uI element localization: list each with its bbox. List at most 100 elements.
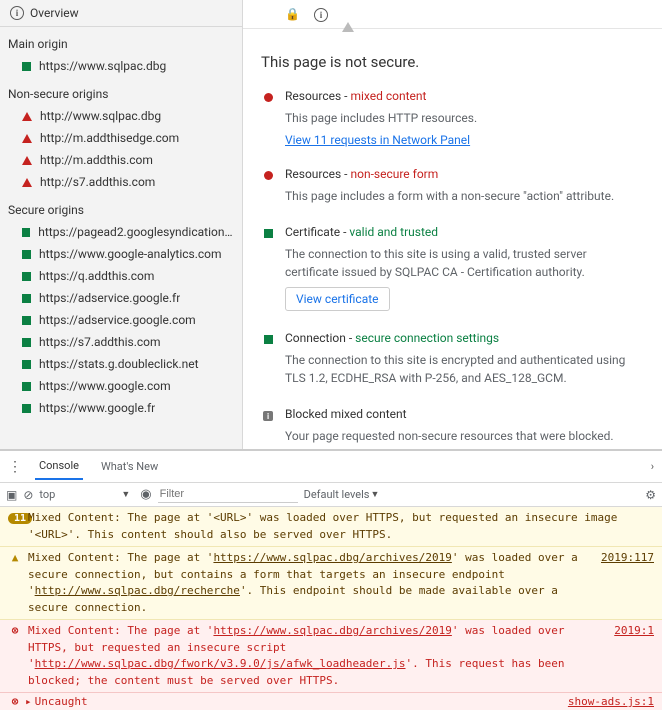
section-head-prefix: Connection - bbox=[285, 331, 355, 345]
message-text: Mixed Content: The page at '<URL>' was l… bbox=[28, 510, 654, 543]
secure-marker-icon bbox=[22, 62, 31, 71]
section-description: Your page requested non-secure resources… bbox=[285, 427, 642, 445]
overview-label: Overview bbox=[30, 6, 79, 20]
secure-marker-icon bbox=[22, 404, 31, 413]
section-marker bbox=[263, 225, 273, 311]
context-selector[interactable]: top bbox=[39, 488, 55, 501]
section-body: Resources - mixed content This page inclu… bbox=[285, 89, 642, 147]
section-heading: Blocked mixed content bbox=[285, 407, 642, 421]
origin-item[interactable]: https://www.sqlpac.dbg bbox=[0, 55, 242, 77]
origin-url: https://www.google-analytics.com bbox=[39, 247, 222, 261]
origin-item[interactable]: https://adservice.google.com bbox=[0, 309, 242, 331]
security-iconbar: 🔒 i bbox=[243, 0, 662, 29]
section-head-status: mixed content bbox=[350, 89, 426, 103]
origin-item[interactable]: https://adservice.google.fr bbox=[0, 287, 242, 309]
gear-icon[interactable]: ⚙ bbox=[645, 488, 656, 502]
info-icon: i bbox=[10, 6, 24, 20]
section-description: This page includes a form with a non-sec… bbox=[285, 187, 642, 205]
section-marker bbox=[263, 89, 273, 147]
secure-origin-list: https://pagead2.googlesyndication.com htt… bbox=[0, 221, 242, 419]
tab-console[interactable]: Console bbox=[35, 453, 83, 480]
origin-item[interactable]: http://m.addthisedge.com bbox=[0, 127, 242, 149]
warning-tab-icon[interactable] bbox=[342, 6, 354, 22]
chevron-down-icon[interactable]: ▼ bbox=[121, 489, 130, 500]
secure-marker-icon bbox=[264, 335, 273, 344]
view-requests-link[interactable]: View 11 requests in Network Panel bbox=[285, 133, 642, 147]
origin-item[interactable]: http://s7.addthis.com bbox=[0, 171, 242, 193]
secure-marker-icon bbox=[22, 250, 31, 259]
origin-url: https://www.sqlpac.dbg bbox=[39, 59, 166, 73]
filter-input[interactable] bbox=[158, 486, 298, 503]
kebab-icon[interactable]: ⋮ bbox=[8, 459, 21, 475]
section-description: The connection to this site is using a v… bbox=[285, 245, 642, 281]
console-message[interactable]: 11Mixed Content: The page at '<URL>' was… bbox=[0, 507, 662, 547]
lock-icon[interactable]: 🔒 bbox=[285, 7, 300, 21]
section-heading: Resources - non-secure form bbox=[285, 167, 642, 181]
console-message[interactable]: ⊗Mixed Content: The page at 'https://www… bbox=[0, 620, 662, 693]
origin-item[interactable]: http://www.sqlpac.dbg bbox=[0, 105, 242, 127]
insecure-marker-icon bbox=[22, 156, 32, 165]
section-head-status: secure connection settings bbox=[355, 331, 499, 345]
levels-label: Default levels bbox=[304, 488, 370, 501]
origin-url: https://s7.addthis.com bbox=[39, 335, 161, 349]
insecure-marker-icon bbox=[22, 134, 32, 143]
origin-item[interactable]: http://m.addthis.com bbox=[0, 149, 242, 171]
section-marker: i bbox=[263, 407, 273, 449]
tab-whatsnew[interactable]: What's New bbox=[97, 454, 162, 479]
message-source[interactable]: show-ads.js:1 bbox=[568, 695, 654, 708]
security-sections: Resources - mixed content This page inclu… bbox=[243, 89, 662, 449]
origin-item[interactable]: https://www.google-analytics.com bbox=[0, 243, 242, 265]
clear-console-icon[interactable]: ⊘ bbox=[23, 488, 33, 502]
section-heading: Resources - mixed content bbox=[285, 89, 642, 103]
section-heading: Certificate - valid and trusted bbox=[285, 225, 642, 239]
main-origin-heading: Main origin bbox=[0, 27, 242, 55]
info-marker-icon: i bbox=[263, 411, 273, 421]
chevron-down-icon: ▼ bbox=[370, 489, 379, 500]
origin-url: https://www.google.com bbox=[39, 379, 171, 393]
view-certificate-button[interactable]: View certificate bbox=[285, 287, 390, 311]
section-body: Resources - non-secure form This page inc… bbox=[285, 167, 642, 205]
insecure-marker-icon bbox=[22, 178, 32, 187]
origin-item[interactable]: https://stats.g.doubleclick.net bbox=[0, 353, 242, 375]
secure-marker-icon bbox=[22, 294, 31, 303]
console-toolbar: ▣ ⊘ top ▼ ◉ Default levels ▼ ⚙ bbox=[0, 483, 662, 507]
section-marker bbox=[263, 331, 273, 387]
info-tab-icon[interactable]: i bbox=[314, 6, 328, 22]
message-source[interactable]: 2019:1 bbox=[614, 623, 654, 640]
error-marker-icon bbox=[264, 93, 273, 102]
section-description: This page includes HTTP resources. bbox=[285, 109, 642, 127]
origin-url: https://pagead2.googlesyndication.com bbox=[38, 225, 234, 239]
console-message[interactable]: ▲Mixed Content: The page at 'https://www… bbox=[0, 547, 662, 620]
message-source[interactable]: 2019:117 bbox=[601, 550, 654, 567]
security-section: Connection - secure connection settingsT… bbox=[263, 331, 642, 387]
origin-url: http://s7.addthis.com bbox=[40, 175, 155, 189]
secure-heading: Secure origins bbox=[0, 193, 242, 221]
secure-marker-icon bbox=[22, 382, 31, 391]
console-messages: 11Mixed Content: The page at '<URL>' was… bbox=[0, 507, 662, 693]
nonsecure-origin-list: http://www.sqlpac.dbghttp://m.addthisedg… bbox=[0, 105, 242, 193]
secure-marker-icon bbox=[22, 338, 31, 347]
sidebar-overview-row[interactable]: i Overview bbox=[0, 0, 242, 27]
origin-item[interactable]: https://pagead2.googlesyndication.com bbox=[0, 221, 242, 243]
section-head-prefix: Resources - bbox=[285, 167, 350, 181]
section-head-prefix: Certificate - bbox=[285, 225, 349, 239]
uncaught-text: Uncaught bbox=[35, 695, 88, 708]
section-marker bbox=[263, 167, 273, 205]
section-heading: Connection - secure connection settings bbox=[285, 331, 642, 345]
security-sidebar: i Overview Main origin https://www.sqlpa… bbox=[0, 0, 243, 449]
origin-item[interactable]: https://www.google.com bbox=[0, 375, 242, 397]
console-drawer: ⋮ Console What's New › ▣ ⊘ top ▼ ◉ Defau… bbox=[0, 450, 662, 710]
log-levels-selector[interactable]: Default levels ▼ bbox=[304, 488, 380, 501]
section-head-status: non-secure form bbox=[350, 167, 438, 181]
message-text: Mixed Content: The page at 'https://www.… bbox=[28, 623, 600, 689]
live-expression-icon[interactable]: ◉ bbox=[140, 487, 151, 502]
toggle-sidebar-icon[interactable]: ▣ bbox=[6, 488, 17, 502]
console-message-partial[interactable]: ⊗ ▸ Uncaught show-ads.js:1 bbox=[0, 693, 662, 710]
origin-item[interactable]: https://www.google.fr bbox=[0, 397, 242, 419]
origin-item[interactable]: https://s7.addthis.com bbox=[0, 331, 242, 353]
origin-url: https://www.google.fr bbox=[39, 401, 155, 415]
page-security-title: This page is not secure. bbox=[243, 29, 662, 89]
section-body: Certificate - valid and trusted The conne… bbox=[285, 225, 642, 311]
chevron-right-icon[interactable]: › bbox=[651, 460, 654, 473]
origin-item[interactable]: https://q.addthis.com bbox=[0, 265, 242, 287]
